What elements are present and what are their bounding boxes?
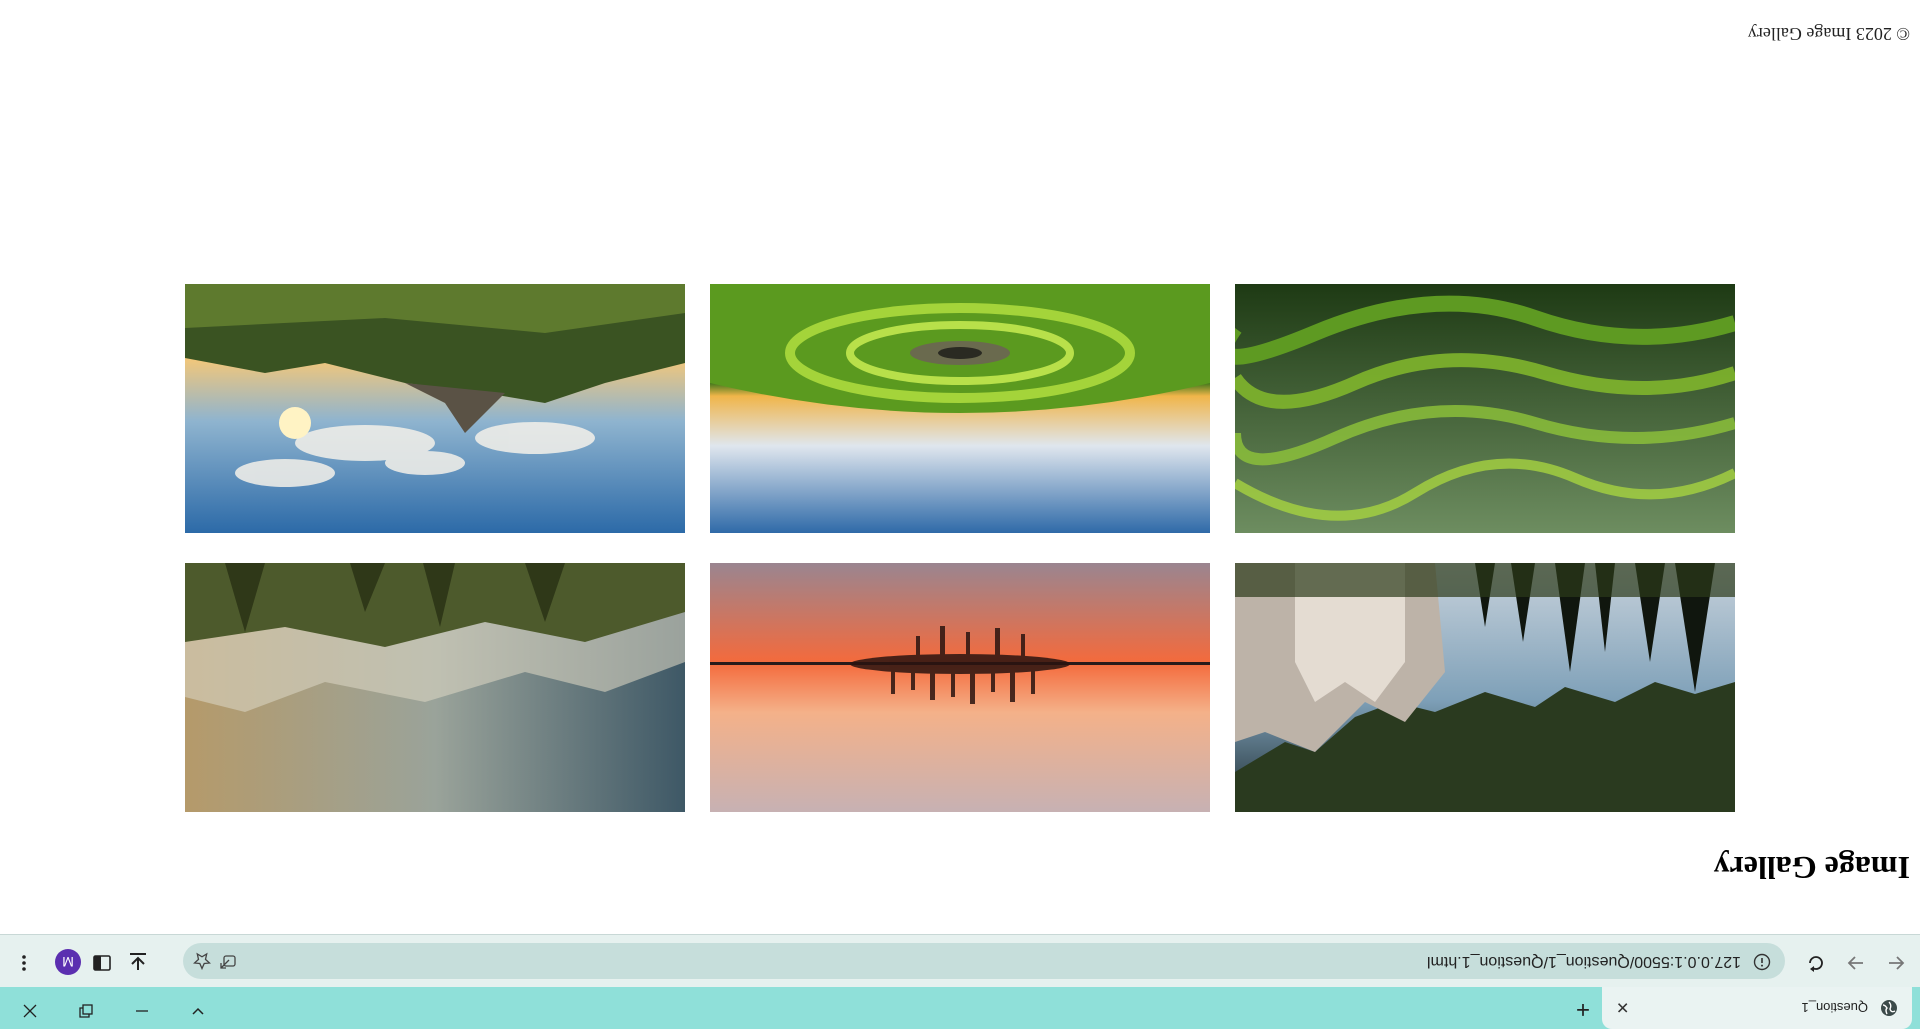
restore-icon[interactable] bbox=[78, 1003, 94, 1019]
gallery-image-mountain-valley[interactable] bbox=[1235, 563, 1735, 812]
gallery-image-cliffs-clouds[interactable] bbox=[185, 284, 685, 533]
browser-tab[interactable]: Question_1 ✕ bbox=[1602, 987, 1912, 1029]
tab-close-button[interactable]: ✕ bbox=[1616, 997, 1629, 1017]
back-arrow-icon[interactable] bbox=[1886, 953, 1906, 973]
download-icon[interactable] bbox=[127, 951, 149, 973]
bookmark-star-icon[interactable] bbox=[193, 952, 211, 970]
side-panel-icon[interactable] bbox=[92, 953, 112, 973]
share-icon[interactable] bbox=[219, 952, 237, 970]
gallery-image-grass-circle-sky[interactable] bbox=[710, 284, 1210, 533]
new-tab-button[interactable]: + bbox=[1576, 996, 1590, 1023]
tab-strip: Question_1 ✕ + bbox=[0, 987, 1920, 1029]
profile-avatar[interactable]: M bbox=[55, 949, 81, 975]
page-content: Image Gallery © 2023 Image Gallery bbox=[0, 0, 1920, 934]
footer-copyright: © 2023 Image Gallery bbox=[1747, 24, 1910, 44]
menu-kebab-icon[interactable] bbox=[16, 953, 32, 973]
minimize-icon[interactable] bbox=[134, 1003, 150, 1019]
gallery-image-sunset-lake-trees[interactable] bbox=[710, 563, 1210, 812]
forward-arrow-icon[interactable] bbox=[1846, 953, 1866, 973]
page-title: Image Gallery bbox=[1713, 850, 1910, 886]
url-input[interactable] bbox=[839, 951, 1743, 971]
browser-toolbar: M bbox=[0, 934, 1920, 987]
reload-icon[interactable] bbox=[1806, 953, 1826, 973]
gallery-image-misty-mountains[interactable] bbox=[185, 563, 685, 812]
chevron-down-icon[interactable] bbox=[190, 1003, 206, 1019]
address-bar[interactable] bbox=[183, 943, 1785, 979]
tab-title: Question_1 bbox=[1801, 1000, 1869, 1016]
gallery-image-green-hills[interactable] bbox=[1235, 284, 1735, 533]
globe-icon bbox=[1881, 1000, 1897, 1016]
close-window-icon[interactable] bbox=[22, 1003, 38, 1019]
site-info-icon[interactable] bbox=[1753, 953, 1771, 971]
